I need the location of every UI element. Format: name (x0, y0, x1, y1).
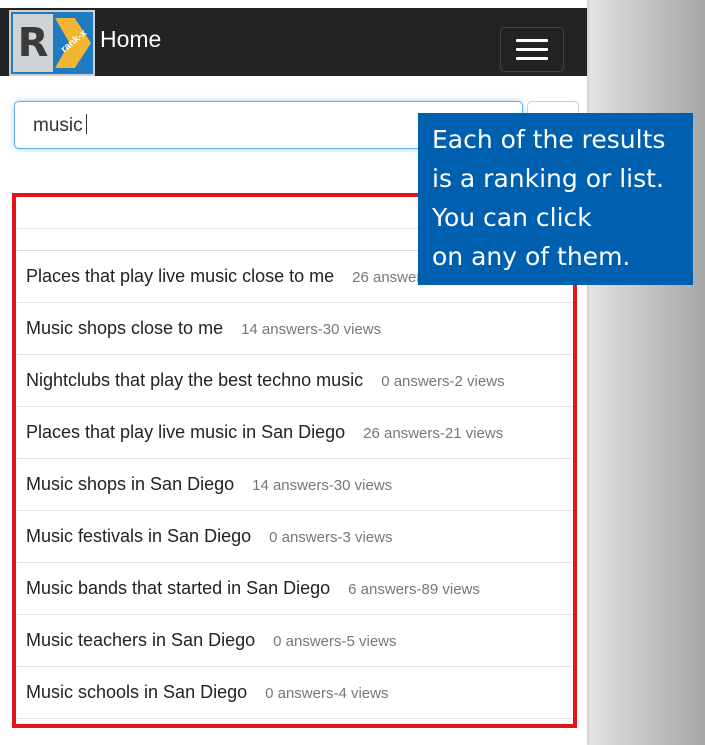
result-meta: 0 answers-4 views (265, 685, 389, 702)
result-title: Music shops close to me (26, 318, 224, 338)
search-input-value: music (33, 115, 83, 136)
result-list-item[interactable]: Music bands that started in San Diego 6 a… (16, 563, 578, 615)
result-list-item[interactable]: Music festivals in San Diego 0 answers-3 … (16, 511, 578, 563)
result-title: Places that play live music in San Diego (26, 422, 346, 442)
result-title: Music shops in San Diego (26, 474, 235, 494)
result-meta: 26 answers-21 views (363, 425, 504, 442)
annotation-callout: Each of the results is a ranking or list… (418, 113, 693, 285)
page-title[interactable]: Home (100, 26, 161, 53)
result-list-item[interactable]: Music teachers in San Diego 0 answers-5 v… (16, 615, 578, 667)
result-list-item[interactable]: Places that play live music in San Diego… (16, 407, 578, 459)
result-meta: 0 answers-3 views (269, 529, 393, 546)
result-meta: 0 answers-5 views (273, 633, 397, 650)
result-meta: 14 answers-30 views (252, 477, 393, 494)
result-meta: 6 answers-89 views (348, 581, 480, 598)
result-title: Music festivals in San Diego (26, 526, 252, 546)
callout-line: You can click (432, 203, 592, 232)
rank-x-logo[interactable]: R rank-x (9, 10, 95, 76)
phone-screen: R rank-x Home music Places that play liv… (0, 0, 587, 745)
hamburger-menu-button[interactable] (500, 27, 564, 72)
result-title: Music teachers in San Diego (26, 630, 256, 650)
result-title: Music schools in San Diego (26, 682, 248, 702)
result-title: Music bands that started in San Diego (26, 578, 331, 598)
callout-line: is a ranking or list. (432, 164, 664, 193)
result-list-item[interactable]: Music shops close to me 14 answers-30 vie… (16, 303, 578, 355)
callout-line: on any of them. (432, 242, 631, 271)
text-caret (85, 114, 87, 134)
result-list-item[interactable]: Nightclubs that play the best techno mus… (16, 355, 578, 407)
result-list-item[interactable]: Music schools in San Diego 0 answers-4 vi… (16, 667, 578, 719)
results-list: Places that play live music close to me 2… (16, 250, 578, 719)
result-title: Nightclubs that play the best techno mus… (26, 370, 364, 390)
result-meta: 0 answers-2 views (381, 373, 505, 390)
menu-bar-icon (516, 48, 548, 51)
menu-bar-icon (516, 57, 548, 60)
result-meta: 14 answers-30 views (241, 321, 382, 338)
result-title: Places that play live music close to me (26, 266, 335, 286)
callout-line: Each of the results (432, 125, 666, 154)
result-list-item[interactable]: Music shops in San Diego 14 answers-30 vi… (16, 459, 578, 511)
menu-bar-icon (516, 39, 548, 42)
logo-letter: R (13, 14, 53, 72)
